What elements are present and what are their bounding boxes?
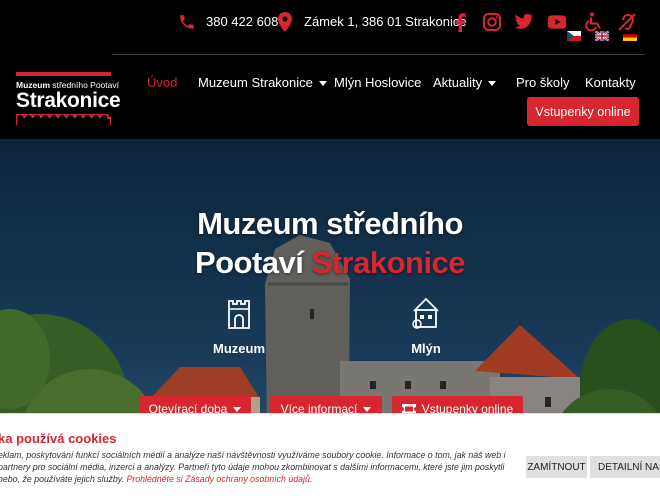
phone-number[interactable]: 380 422 608 (206, 14, 278, 29)
chevron-down-icon (233, 406, 242, 412)
chevron-down-icon (363, 406, 372, 412)
chevron-down-icon (318, 81, 327, 87)
phone-icon[interactable] (178, 13, 196, 31)
site-logo[interactable]: Muzeum středního Pootaví Strakonice (16, 72, 121, 128)
nav-aktuality[interactable]: Aktuality (433, 75, 497, 90)
logo-bar (16, 72, 111, 76)
feature-muzeum-label: Muzeum (213, 341, 265, 356)
cookie-text: eklam, poskytování funkcí sociálních méd… (0, 450, 506, 484)
flag-cz-icon[interactable] (567, 31, 581, 41)
castle-tower-icon (228, 300, 250, 329)
feature-mlyn-label: Mlýn (411, 341, 441, 356)
chevron-down-icon (488, 81, 497, 87)
nav-uvod[interactable]: Úvod (147, 75, 177, 90)
tickets-online-button[interactable]: Vstupenky online (527, 97, 639, 126)
twitter-icon[interactable] (514, 12, 534, 32)
instagram-icon[interactable] (482, 12, 502, 32)
cookie-decline-button[interactable]: ZAMÍTNOUT (526, 456, 587, 478)
flag-de-icon[interactable] (623, 31, 637, 41)
nav-pro-skoly[interactable]: Pro školy (516, 75, 569, 90)
nav-mlyn-hoslovice[interactable]: Mlýn Hoslovice (334, 75, 421, 90)
wheelchair-icon[interactable] (583, 12, 603, 32)
cookie-title: ka používá cookies (0, 431, 117, 446)
hero-title-line1: Muzeum středního (197, 206, 463, 241)
feature-mlyn[interactable]: Mlýn (386, 295, 466, 356)
header-divider (112, 54, 645, 55)
site-header: 380 422 608 Zámek 1, 386 01 Strakonice M… (0, 0, 660, 139)
top-bar: 380 422 608 Zámek 1, 386 01 Strakonice (0, 0, 660, 44)
cookie-details-button[interactable]: DETAILNÍ NASTAV (590, 456, 660, 478)
cookie-consent-bar: ka používá cookies eklam, poskytování fu… (0, 413, 660, 500)
facebook-icon[interactable] (451, 12, 471, 32)
privacy-policy-link[interactable]: Prohlédněte si Zásady ochrany osobních ú… (126, 474, 312, 484)
address: Zámek 1, 386 01 Strakonice (304, 14, 467, 29)
flag-en-icon[interactable] (595, 31, 609, 41)
hearing-impaired-icon[interactable] (617, 12, 637, 32)
location-pin-icon (278, 12, 292, 32)
hero-title: Muzeum středního Pootaví Strakonice (0, 204, 660, 282)
hero-title-line2: Pootaví Strakonice (194, 245, 466, 280)
mill-building-icon (412, 297, 439, 329)
logo-arches-icon (16, 114, 111, 125)
nav-muzeum-strakonice[interactable]: Muzeum Strakonice (198, 75, 327, 90)
youtube-icon[interactable] (547, 12, 567, 32)
nav-kontakty[interactable]: Kontakty (585, 75, 636, 90)
feature-muzeum[interactable]: Muzeum (199, 295, 279, 356)
logo-title: Strakonice (16, 89, 121, 112)
